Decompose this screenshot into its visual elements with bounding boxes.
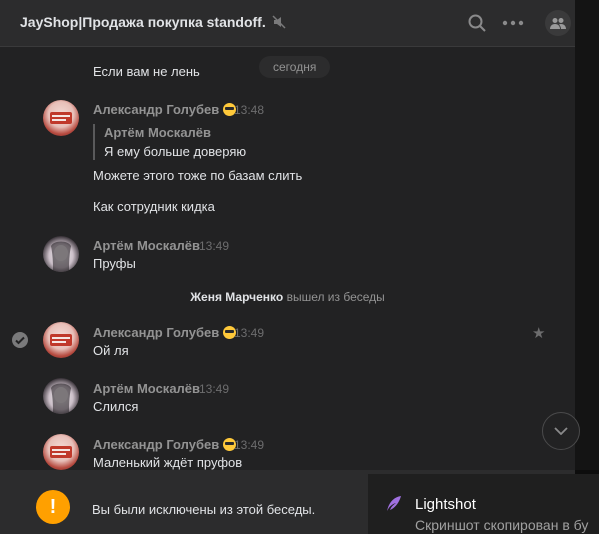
message-time[interactable]: 13:49 (199, 239, 229, 253)
chat-title[interactable]: JayShop|Продажа покупка standoff. (20, 14, 266, 30)
message-text: Как сотрудник кидка (93, 199, 215, 214)
avatar[interactable] (43, 378, 79, 414)
message-text: Ой ля (93, 343, 129, 358)
message-text: Можете этого тоже по базам слить (93, 168, 303, 183)
service-user-name[interactable]: Женя Марченко (190, 290, 283, 304)
mute-icon (271, 14, 287, 30)
avatar[interactable] (43, 322, 79, 358)
warning-icon: ! (36, 490, 70, 524)
scroll-down-button[interactable] (542, 412, 580, 450)
avatar[interactable] (43, 236, 79, 272)
message-author[interactable]: Александр Голубев (93, 437, 237, 452)
date-separator: сегодня (259, 56, 331, 78)
quote-author: Артём Москалёв (104, 125, 212, 140)
message-time[interactable]: 13:49 (199, 382, 229, 396)
message-time[interactable]: 13:49 (234, 438, 264, 452)
star-icon[interactable]: ★ (532, 324, 545, 342)
reply-quote[interactable]: Артём Москалёв Я ему больше доверяю (93, 124, 246, 160)
message-author[interactable]: Александр Голубев (93, 102, 237, 117)
message-text: Если вам не лень (93, 64, 200, 79)
message-text: Пруфы (93, 256, 136, 271)
background-strip (575, 0, 599, 470)
lightshot-toast[interactable]: Lightshot Скриншот скопирован в бу (368, 474, 599, 534)
members-icon[interactable] (545, 10, 571, 36)
toast-title: Lightshot (415, 496, 476, 513)
avatar[interactable] (43, 100, 79, 136)
kicked-notice: Вы были исключены из этой беседы. (92, 502, 316, 517)
check-icon[interactable] (12, 332, 28, 348)
message-author[interactable]: Артём Москалёв (93, 238, 200, 253)
message-author[interactable]: Артём Москалёв (93, 381, 200, 396)
toast-subtitle: Скриншот скопирован в бу (415, 517, 589, 533)
message-text: Слился (93, 399, 139, 414)
service-message: Женя Марченко вышел из беседы (0, 290, 575, 304)
message-history[interactable]: Если вам не лень сегодня Александр Голуб… (0, 48, 575, 470)
message-time[interactable]: 13:49 (234, 326, 264, 340)
more-icon[interactable] (501, 11, 525, 35)
chat-header: JayShop|Продажа покупка standoff. (0, 0, 575, 47)
quote-text: Я ему больше доверяю (104, 144, 247, 159)
message-text: Маленький ждёт пруфов (93, 455, 243, 470)
feather-icon (384, 494, 404, 514)
search-icon[interactable] (465, 11, 489, 35)
chevron-down-icon (554, 427, 568, 435)
service-action: вышел из беседы (286, 290, 385, 304)
message-author[interactable]: Александр Голубев (93, 325, 237, 340)
avatar[interactable] (43, 434, 79, 470)
message-time[interactable]: 13:48 (234, 103, 264, 117)
chat-window: JayShop|Продажа покупка standoff. Если в… (0, 0, 575, 534)
